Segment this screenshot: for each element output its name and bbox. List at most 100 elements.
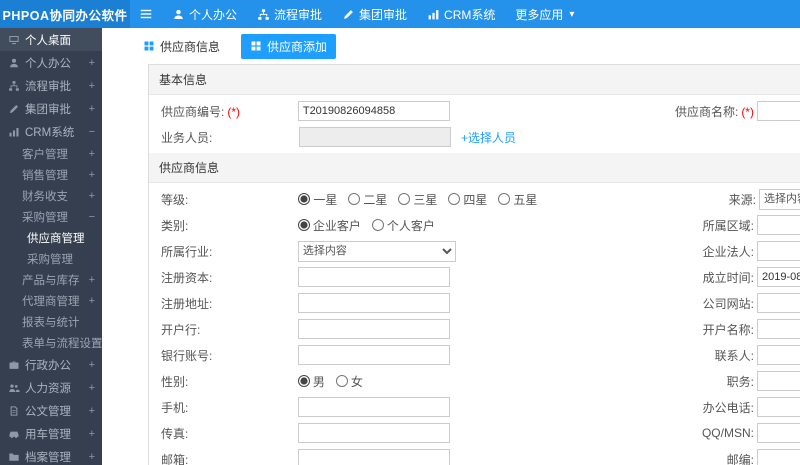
fax-input[interactable] (297, 423, 450, 443)
choose-person-link[interactable]: +选择人员 (461, 129, 516, 146)
supplier-no-input[interactable] (297, 101, 450, 121)
mobile-input[interactable] (297, 397, 450, 417)
email-input[interactable] (297, 449, 450, 465)
business-person-input[interactable] (299, 127, 451, 147)
radio-input[interactable] (335, 375, 348, 387)
radio-input[interactable] (498, 193, 511, 205)
registered-address-input[interactable] (297, 293, 450, 313)
radio-option[interactable]: 三星 (398, 191, 437, 208)
position-input[interactable] (756, 371, 800, 391)
registered-capital-label: 注册资本: (161, 270, 213, 285)
nav-label: 集团审批 (359, 7, 408, 22)
registered-capital-input[interactable] (297, 267, 450, 287)
radio-input[interactable] (448, 193, 461, 205)
postcode-input[interactable] (756, 449, 800, 465)
sidebar-item-reports[interactable]: 报表与统计 (0, 311, 102, 332)
sidebar-item-vehicle-mgmt[interactable]: 用车管理 + (0, 422, 102, 445)
supplier-name-input[interactable] (756, 101, 800, 121)
nav-personal-office[interactable]: 个人办公 (162, 0, 247, 28)
sidebar-item-group-approval[interactable]: 集团审批 + (0, 97, 102, 120)
radio-option[interactable]: 五星 (498, 191, 537, 208)
sidebar-toggle-button[interactable] (130, 0, 162, 28)
account-name-input[interactable] (756, 319, 800, 339)
expand-marker: + (88, 147, 95, 160)
bank-label: 开户行: (161, 322, 201, 337)
radio-input[interactable] (348, 193, 361, 205)
nav-crm-system[interactable]: CRM系统 (417, 0, 505, 28)
office-phone-label: 办公电话: (702, 400, 754, 415)
sidebar-item-process-approval[interactable]: 流程审批 + (0, 74, 102, 97)
grid-icon (250, 40, 262, 52)
expand-marker: + (88, 273, 95, 286)
sidebar-item-label: 财务收支 (22, 190, 68, 203)
sidebar-item-personal-office[interactable]: 个人办公 + (0, 51, 102, 74)
expand-marker: + (88, 79, 95, 92)
sidebar-item-label: 表单与流程设置+ (22, 337, 102, 350)
nav-group-approval[interactable]: 集团审批 (332, 0, 417, 28)
edit-icon (8, 103, 20, 115)
sidebar-item-document-mgmt[interactable]: 公文管理 + (0, 399, 102, 422)
expand-marker: + (88, 56, 95, 69)
source-select[interactable]: 选择内容 (759, 188, 800, 210)
sidebar-item-label: 个人桌面 (25, 34, 71, 47)
sidebar-item-agent-mgmt[interactable]: 代理商管理 + (0, 290, 102, 311)
bank-input[interactable] (297, 319, 450, 339)
expand-marker: + (88, 404, 95, 417)
region-label: 所属区域: (702, 218, 754, 233)
supplier-no-label: 供应商编号: (161, 104, 225, 119)
sidebar-item-label: 销售管理 (22, 169, 68, 182)
sidebar-item-hr[interactable]: 人力资源 + (0, 376, 102, 399)
qq-msn-input[interactable] (756, 423, 800, 443)
category-label: 类别: (161, 218, 189, 233)
radio-option[interactable]: 企业客户 (297, 217, 361, 234)
contact-label: 联系人: (714, 348, 754, 363)
radio-option[interactable]: 二星 (348, 191, 387, 208)
contact-input[interactable] (756, 345, 800, 365)
sidebar-item-admin-office[interactable]: 行政办公 + (0, 353, 102, 376)
bank-account-input[interactable] (297, 345, 450, 365)
sidebar-item-archive-mgmt[interactable]: 档案管理 + (0, 445, 102, 465)
radio-option[interactable]: 四星 (448, 191, 487, 208)
radio-input[interactable] (371, 219, 384, 231)
basic-info-rows: 供应商编号:(*) 供应商名称:(*) 业务人员: +选择人员 (149, 95, 800, 153)
nav-more-apps[interactable]: 更多应用 ▾ (505, 0, 584, 28)
nav-label: CRM系统 (444, 7, 496, 22)
sidebar-item-sales-mgmt[interactable]: 销售管理 + (0, 164, 102, 185)
radio-input[interactable] (297, 375, 310, 387)
nav-process-approval[interactable]: 流程审批 (247, 0, 332, 28)
nav-label: 个人办公 (189, 7, 238, 22)
legal-person-input[interactable] (756, 241, 800, 261)
sidebar-item-customer-mgmt[interactable]: 客户管理 + (0, 143, 102, 164)
radio-option[interactable]: 个人客户 (371, 217, 435, 234)
radio-option[interactable]: 男 (297, 373, 325, 390)
tab-supplier-add[interactable]: 供应商添加 (241, 33, 337, 59)
business-person-label: 业务人员: (161, 130, 213, 145)
sidebar-item-purchasing[interactable]: 采购管理 (0, 248, 102, 269)
sidebar: 个人桌面 个人办公 + 流程审批 + 集团审批 + CRM系统 − 客户管理 +… (0, 28, 102, 465)
sidebar-item-product-inventory[interactable]: 产品与库存 + (0, 269, 102, 290)
sidebar-item-form-flow-settings[interactable]: 表单与流程设置+ (0, 332, 102, 353)
website-input[interactable] (756, 293, 800, 313)
office-phone-input[interactable] (756, 397, 800, 417)
radio-option[interactable]: 一星 (298, 191, 337, 208)
form-row: 所属行业: 选择内容 企业法人: (149, 238, 800, 264)
tab-bar: 供应商信息 供应商添加 (102, 28, 800, 64)
form-row: 供应商编号:(*) 供应商名称:(*) (149, 98, 800, 124)
required-mark: (*) (741, 104, 754, 119)
radio-input[interactable] (297, 219, 310, 231)
sidebar-item-purchase-mgmt[interactable]: 采购管理 − (0, 206, 102, 227)
radio-option[interactable]: 女 (335, 373, 363, 390)
radio-input[interactable] (298, 193, 311, 205)
radio-input[interactable] (398, 193, 411, 205)
sidebar-item-crm-system[interactable]: CRM系统 − (0, 120, 102, 143)
sidebar-item-personal-desktop[interactable]: 个人桌面 (0, 28, 102, 51)
nav-label: 更多应用 (515, 7, 564, 22)
established-input[interactable] (756, 267, 800, 287)
region-input[interactable] (756, 215, 800, 235)
tab-supplier-info[interactable]: 供应商信息 (134, 34, 229, 59)
sidebar-item-supplier-mgmt[interactable]: 供应商管理 (0, 227, 102, 248)
briefcase-icon (8, 359, 20, 371)
sidebar-item-finance[interactable]: 财务收支 + (0, 185, 102, 206)
sidebar-item-label: 代理商管理 (22, 295, 80, 308)
industry-select[interactable]: 选择内容 (297, 240, 456, 262)
